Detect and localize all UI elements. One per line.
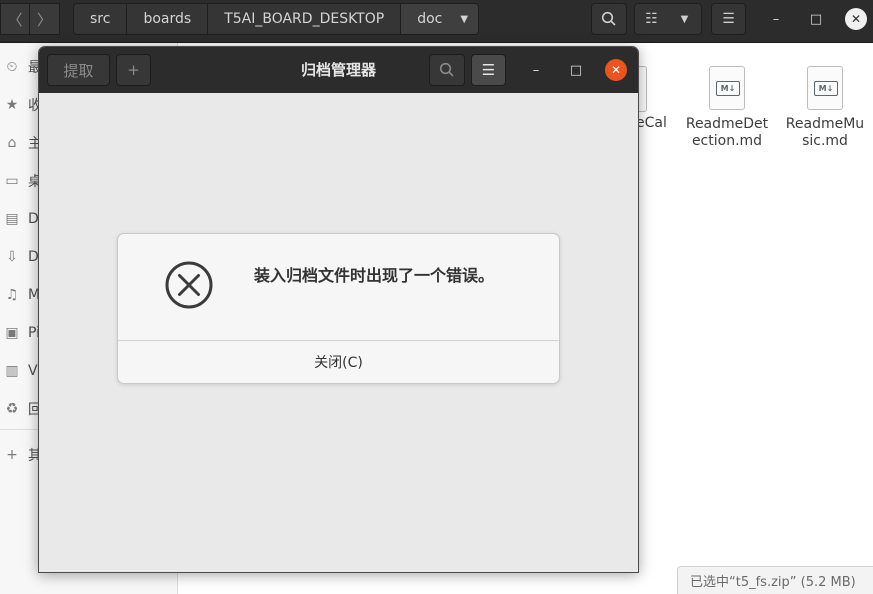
search-icon <box>601 11 616 26</box>
clock-icon: ⏲ <box>6 59 18 75</box>
plus-icon: + <box>127 61 140 79</box>
files-headerbar: 〈 〉 src boards T5AI_BOARD_DESKTOP doc ▼ … <box>0 0 873 43</box>
caret-down-icon: ▼ <box>680 13 689 25</box>
file-item-readme-detection[interactable]: M↓ ReadmeDet ection.md <box>679 66 775 150</box>
picture-icon: ▣ <box>5 325 19 341</box>
error-dialog: 装入归档文件时出现了一个错误。 关闭(C) <box>117 233 560 384</box>
file-name-line: ReadmeMu <box>785 116 865 132</box>
music-icon: ♫ <box>5 287 19 303</box>
search-icon <box>439 62 454 77</box>
am-close-button[interactable]: ✕ <box>605 59 627 81</box>
crumb-doc[interactable]: doc ▼ <box>401 3 480 35</box>
desktop-icon: ▭ <box>5 173 19 189</box>
search-button[interactable] <box>591 3 627 35</box>
view-options-button[interactable]: ▼ <box>668 3 702 35</box>
error-circle-x-icon <box>165 261 213 309</box>
file-name-line: sic.md <box>802 133 848 149</box>
forward-button[interactable]: 〉 <box>30 3 60 35</box>
markdown-file-icon: M↓ <box>709 66 745 110</box>
crumb-doc-label: doc <box>417 11 443 27</box>
file-item-partial[interactable]: eCal l <box>636 115 667 149</box>
caret-down-icon: ▼ <box>460 13 469 25</box>
crumb-board-desktop[interactable]: T5AI_BOARD_DESKTOP <box>208 3 402 35</box>
maximize-icon: □ <box>569 62 583 78</box>
selection-status: 已选中“t5_fs.zip” (5.2 MB) <box>677 566 873 594</box>
list-view-icon: ☷ <box>645 11 658 27</box>
hamburger-icon: ☰ <box>722 11 735 27</box>
plus-icon: + <box>6 447 18 463</box>
archive-manager-headerbar: 提取 + 归档管理器 ☰ – □ ✕ <box>39 47 638 93</box>
home-icon: ⌂ <box>7 135 17 151</box>
minimize-icon: – <box>532 62 540 78</box>
am-search-button[interactable] <box>429 54 465 86</box>
error-message: 装入归档文件时出现了一个错误。 <box>254 266 495 285</box>
crumb-src[interactable]: src <box>73 3 128 35</box>
file-name-line: l <box>636 132 667 149</box>
am-maximize-button[interactable]: □ <box>565 59 587 81</box>
path-bar: src boards T5AI_BOARD_DESKTOP doc ▼ <box>73 3 480 35</box>
view-list-button[interactable]: ☷ <box>634 3 669 35</box>
crumb-boards[interactable]: boards <box>127 3 209 35</box>
download-icon: ⇩ <box>6 249 18 265</box>
files-minimize-button[interactable]: – <box>765 8 787 30</box>
file-name-line: eCal <box>636 115 667 131</box>
file-name-line: ReadmeDet <box>685 116 769 132</box>
close-dialog-button[interactable]: 关闭(C) <box>118 341 559 383</box>
close-icon: ✕ <box>610 63 622 77</box>
star-icon: ★ <box>5 97 19 113</box>
extract-button[interactable]: 提取 <box>47 54 110 86</box>
trash-icon: ♻ <box>5 401 19 417</box>
files-close-button[interactable]: ✕ <box>845 8 867 30</box>
back-button[interactable]: 〈 <box>0 3 30 35</box>
hamburger-icon: ☰ <box>481 61 496 79</box>
am-minimize-button[interactable]: – <box>525 59 547 81</box>
markdown-badge: M↓ <box>716 81 740 96</box>
file-name-line: ection.md <box>691 133 763 149</box>
markdown-file-icon: M↓ <box>807 66 843 110</box>
chevron-left-icon: 〈 <box>7 10 23 29</box>
maximize-icon: □ <box>809 11 823 27</box>
document-icon: ▤ <box>5 211 19 227</box>
am-menu-button[interactable]: ☰ <box>471 54 506 86</box>
history-nav: 〈 〉 <box>0 3 60 35</box>
video-icon: ▥ <box>5 363 19 379</box>
files-maximize-button[interactable]: □ <box>805 8 827 30</box>
file-item-readme-music[interactable]: M↓ ReadmeMu sic.md <box>777 66 873 150</box>
close-icon: ✕ <box>850 12 862 26</box>
chevron-right-icon: 〉 <box>36 10 52 29</box>
minimize-icon: – <box>772 11 780 27</box>
files-menu-button[interactable]: ☰ <box>711 3 746 35</box>
markdown-badge: M↓ <box>814 81 838 96</box>
add-files-button[interactable]: + <box>116 54 151 86</box>
